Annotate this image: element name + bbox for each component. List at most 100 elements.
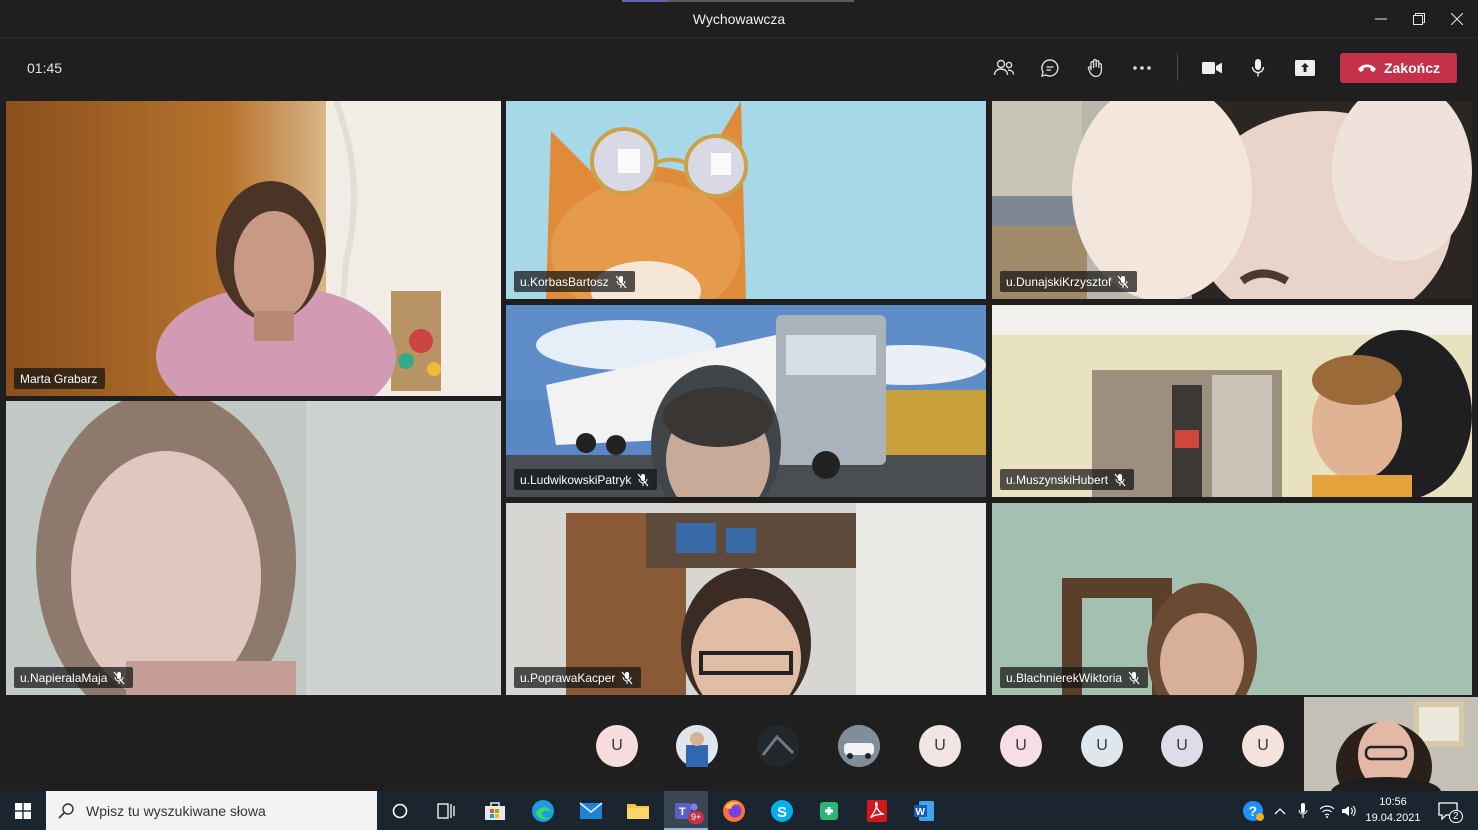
windows-logo-icon <box>15 803 31 819</box>
video-tile[interactable]: u.PoprawaKacper <box>506 503 986 695</box>
share-screen-button[interactable] <box>1290 53 1320 83</box>
microphone-tray-button[interactable] <box>1293 791 1313 830</box>
self-view-preview[interactable] <box>1304 697 1478 791</box>
task-view-button[interactable] <box>430 795 462 827</box>
participant-avatar[interactable]: U <box>919 725 961 767</box>
video-feed <box>546 101 748 299</box>
windows-taskbar: Wpisz tu wyszukiwane słowa T 9+ S W ? 10… <box>0 791 1478 830</box>
cortana-button[interactable] <box>384 795 416 827</box>
meeting-timer: 01:45 <box>27 60 63 76</box>
chevron-up-icon <box>1274 807 1286 814</box>
minimize-button[interactable] <box>1362 0 1400 38</box>
participant-avatar[interactable]: U <box>596 725 638 767</box>
participant-avatar-photo[interactable] <box>757 725 799 767</box>
microphone-muted-icon <box>1128 671 1140 684</box>
wifi-icon <box>1319 805 1335 818</box>
taskbar-search-box[interactable]: Wpisz tu wyszukiwane słowa <box>46 791 377 830</box>
taskbar-app-word[interactable]: W <box>908 795 940 827</box>
more-options-button[interactable] <box>1127 53 1157 83</box>
participant-name: u.DunajskiKrzysztof <box>1006 274 1112 289</box>
svg-text:S: S <box>777 804 787 821</box>
avatar-photo <box>838 725 880 767</box>
taskbar-app-edge[interactable] <box>527 795 559 827</box>
svg-text:W: W <box>916 807 926 818</box>
video-feed <box>992 101 1472 299</box>
video-tile[interactable]: u.DunajskiKrzysztof <box>992 101 1472 299</box>
self-video-feed <box>1304 697 1478 791</box>
video-tile[interactable]: u.MuszynskiHubert <box>992 305 1472 497</box>
show-hidden-icons-button[interactable] <box>1270 791 1290 830</box>
avatar-photo <box>676 725 718 767</box>
video-tile[interactable]: u.LudwikowskiPatryk <box>506 305 986 497</box>
participant-avatar-photo[interactable] <box>838 725 880 767</box>
share-screen-icon <box>1295 60 1315 76</box>
chat-button[interactable] <box>1035 53 1065 83</box>
video-tile[interactable]: Marta Grabarz <box>6 101 501 396</box>
taskbar-app-store[interactable] <box>479 795 511 827</box>
teams-badge: 9+ <box>688 811 705 824</box>
taskbar-app-file-explorer[interactable] <box>622 795 654 827</box>
avatar-initial: U <box>934 737 946 754</box>
participant-avatar-photo[interactable] <box>676 725 718 767</box>
camera-toggle-button[interactable] <box>1197 53 1227 83</box>
restore-button[interactable] <box>1400 0 1438 38</box>
taskbar-app-skype[interactable]: S <box>766 795 798 827</box>
meeting-toolbar: 01:45 Zakończ <box>0 38 1478 96</box>
microphone-muted-icon <box>113 671 125 684</box>
microphone-muted-icon <box>1117 275 1129 288</box>
action-center-button[interactable]: 2 <box>1432 791 1464 830</box>
network-tray-button[interactable] <box>1316 791 1338 830</box>
title-accent-bar-secondary <box>668 0 854 2</box>
participant-avatar[interactable]: U <box>1000 725 1042 767</box>
raise-hand-button[interactable] <box>1081 53 1111 83</box>
participant-name: u.BlachnierekWiktoria <box>1006 670 1123 685</box>
close-window-button[interactable] <box>1438 0 1476 38</box>
participant-name: u.NapieralaMaja <box>20 670 108 685</box>
avatar-photo <box>757 725 799 767</box>
restore-icon <box>1413 13 1425 25</box>
svg-text:T: T <box>679 806 686 818</box>
microphone-muted-icon <box>621 671 633 684</box>
close-icon <box>1451 13 1463 25</box>
edge-icon <box>532 800 554 822</box>
participant-avatar[interactable]: U <box>1081 725 1123 767</box>
volume-tray-button[interactable] <box>1339 791 1359 830</box>
participants-icon <box>993 59 1015 76</box>
participant-avatar[interactable]: U <box>1242 725 1284 767</box>
cortana-icon <box>392 803 408 819</box>
taskbar-app-firefox[interactable] <box>718 795 750 827</box>
taskbar-app-mail[interactable] <box>575 795 607 827</box>
end-call-label: Zakończ <box>1383 60 1440 76</box>
microphone-icon <box>1251 59 1265 77</box>
taskbar-app-green[interactable] <box>813 795 845 827</box>
video-tile[interactable]: u.BlachnierekWiktoria <box>992 503 1472 695</box>
participant-name-tag: u.LudwikowskiPatryk <box>514 469 658 490</box>
end-call-button[interactable]: Zakończ <box>1340 53 1457 83</box>
video-feed <box>36 401 501 695</box>
help-tray-button[interactable]: ? <box>1240 791 1266 830</box>
microphone-toggle-button[interactable] <box>1243 53 1273 83</box>
phone-hangup-icon <box>1357 64 1376 72</box>
skype-icon: S <box>771 800 793 822</box>
participant-name: Marta Grabarz <box>20 371 98 386</box>
participant-name-tag: Marta Grabarz <box>14 368 106 389</box>
avatar-initial: U <box>1015 737 1027 754</box>
microphone-muted-icon <box>1114 473 1126 486</box>
clock-time: 10:56 <box>1379 796 1407 808</box>
video-tile[interactable]: u.NapieralaMaja <box>6 401 501 695</box>
video-tile[interactable]: u.KorbasBartosz <box>506 101 986 299</box>
raise-hand-icon <box>1087 59 1103 78</box>
participants-button[interactable] <box>989 53 1019 83</box>
participant-name: u.LudwikowskiPatryk <box>520 472 632 487</box>
title-accent-bar <box>622 0 668 2</box>
taskbar-app-teams[interactable]: T 9+ <box>664 791 708 830</box>
participant-name-tag: u.DunajskiKrzysztof <box>1000 271 1138 292</box>
notification-count: 2 <box>1449 810 1463 823</box>
participant-name: u.KorbasBartosz <box>520 274 609 289</box>
acrobat-icon <box>867 800 887 822</box>
taskbar-app-acrobat[interactable] <box>861 795 893 827</box>
start-button[interactable] <box>7 795 39 827</box>
microphone-muted-icon <box>637 473 649 486</box>
participant-avatar[interactable]: U <box>1161 725 1203 767</box>
taskbar-clock[interactable]: 10:56 19.04.2021 <box>1360 794 1426 826</box>
